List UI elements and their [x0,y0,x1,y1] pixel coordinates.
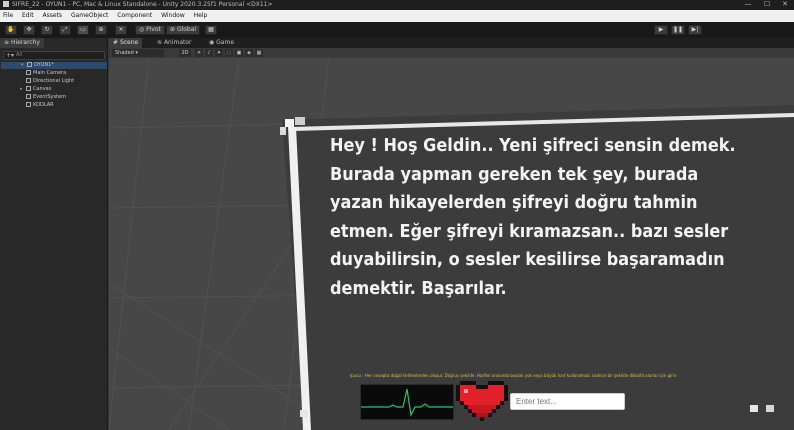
hierarchy-search-placeholder: All [16,52,23,58]
tab-game-label: Game [216,39,235,46]
tree-item-label: KODLAR [33,102,54,108]
audio-toggle-icon[interactable]: ♪ [205,49,213,57]
shading-mode-select[interactable]: Shaded ▾ [112,49,164,57]
tree-item-label: Canvas [33,86,52,92]
story-line: yazan hikayelerden şifreyi doğru tahmin [330,193,698,214]
window-title: SIFRE_22 - OYUN1 - PC, Mac & Linux Stand… [12,1,273,8]
scene-icon [27,62,32,67]
move-tool-icon[interactable]: ✥ [23,25,35,35]
menu-help[interactable]: Help [194,12,208,19]
effects-toggle-icon[interactable]: ✦ [215,49,223,57]
menu-gameobject[interactable]: GameObject [71,12,108,19]
global-label: Global [176,26,197,33]
heart-icon [456,381,508,421]
main-toolbar: ✋ ✥ ↻ ⤢ ▭ ⊕ ✕ ◎ Pivot ⊛ Global ▦ ▶ ❚❚ ▶| [0,22,794,38]
close-icon[interactable]: ✕ [775,0,794,10]
hidden-objects-icon[interactable]: ◌ [225,49,233,57]
scale-tool-icon[interactable]: ⤢ [59,25,71,35]
window-title-bar: SIFRE_22 - OYUN1 - PC, Mac & Linux Stand… [0,0,794,10]
tree-item-kodlar[interactable]: KODLAR [26,102,54,109]
global-toggle[interactable]: ⊛ Global [166,25,201,35]
menu-component[interactable]: Component [117,12,152,19]
tree-item-label: Main Camera [33,70,67,76]
scene-toolbar: Shaded ▾ 2D ☀ ♪ ✦ ◌ ▣ ◈ ▦ [109,48,794,58]
scene-name: OYUN1* [34,62,54,68]
snap-icon[interactable]: ▦ [205,25,217,35]
lighting-toggle-icon[interactable]: ☀ [195,49,203,57]
tree-item-label: EventSystem [33,94,66,100]
hand-tool-icon[interactable]: ✋ [5,25,17,35]
grid-toggle-icon[interactable]: ▦ [255,49,263,57]
tab-game[interactable]: ◉ Game [205,38,238,48]
password-input[interactable] [510,393,625,410]
gizmos-toggle-icon[interactable]: ◈ [245,49,253,57]
menu-window[interactable]: Window [161,12,185,19]
pause-button[interactable]: ❚❚ [671,25,685,35]
story-line: etmen. Eğer şifreyi kıramazsan.. bazı se… [330,221,729,242]
gameobject-icon [26,86,31,91]
camera-settings-icon[interactable]: ▣ [235,49,243,57]
menu-file[interactable]: File [3,12,13,19]
rotate-tool-icon[interactable]: ↻ [41,25,53,35]
story-line: duyabilirsin, o sesler kesilirse başaram… [330,250,725,271]
heartbeat-monitor-image [360,384,454,420]
menu-bar: File Edit Assets GameObject Component Wi… [0,10,794,22]
menu-assets[interactable]: Assets [43,12,63,19]
tab-animator[interactable]: ≋ Animator [153,38,196,48]
tab-scene[interactable]: # Scene [109,38,143,48]
tree-item-eventsystem[interactable]: EventSystem [26,94,66,101]
hierarchy-tab-label: Hierarchy [10,39,40,46]
unity-logo-icon [3,1,9,7]
scene-tab-bar: # Scene ≋ Animator ◉ Game [109,38,794,48]
tree-item-label: Directional Light [33,78,75,84]
shading-mode-value: Shaded [115,50,134,56]
gameobject-icon [26,78,31,83]
ecg-line [361,388,453,417]
gameobject-icon [26,102,31,107]
step-button[interactable]: ▶| [688,25,702,35]
menu-edit[interactable]: Edit [22,12,34,19]
pivot-label: Pivot [146,26,161,33]
story-line: demektir. Başarılar. [330,278,507,299]
add-icon[interactable]: +▾ [6,52,14,59]
tree-item-main-camera[interactable]: Main Camera [26,70,66,77]
play-button[interactable]: ▶ [654,25,668,35]
custom-tool-icon[interactable]: ✕ [115,25,127,35]
hierarchy-panel: ≡ Hierarchy +▾ All ▾ OYUN1* Main Camera D… [0,38,108,430]
gameobject-icon [26,70,31,75]
mode-2d-label: 2D [181,50,189,56]
tree-item-directional-light[interactable]: Directional Light [26,78,74,85]
story-line: Hey ! Hoş Geldin.. Yeni şifreci sensin d… [330,136,736,156]
tab-animator-label: Animator [163,39,192,46]
gameobject-icon [26,94,31,99]
scene-root-row[interactable]: ▾ OYUN1* [1,62,107,69]
tab-hierarchy[interactable]: ≡ Hierarchy [0,38,44,48]
minimize-icon[interactable]: — [738,0,758,10]
story-text: Hey ! Hoş Geldin.. Yeni şifreci sensin d… [330,132,757,304]
transform-tool-icon[interactable]: ⊕ [95,25,107,35]
story-line: Burada yapman gereken tek şey, burada [330,164,699,185]
hint-text: Ipucu : Her cevapta doğal kelimelerden o… [350,373,677,378]
tab-scene-label: Scene [119,39,139,46]
toggle-2d-button[interactable]: 2D [179,49,191,57]
tree-item-canvas[interactable]: ▸ Canvas [20,86,51,93]
maximize-icon[interactable]: ☐ [757,0,777,10]
pivot-toggle[interactable]: ◎ Pivot [135,25,165,35]
hierarchy-search-input[interactable]: +▾ All [3,51,105,60]
rect-tool-icon[interactable]: ▭ [77,25,89,35]
